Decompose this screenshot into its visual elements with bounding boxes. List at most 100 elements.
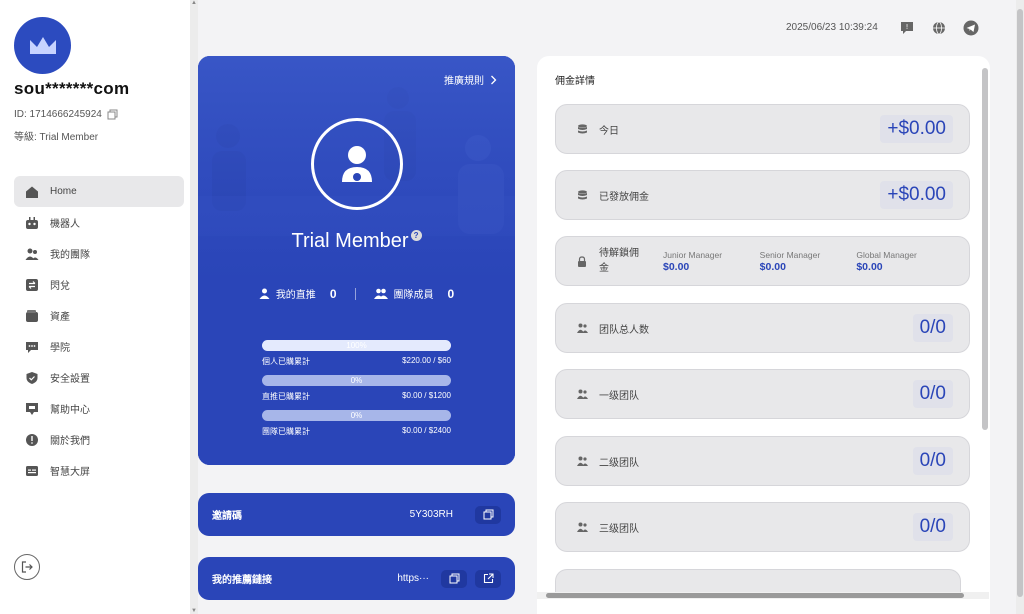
today-label: 今日 (599, 125, 619, 137)
today-commission-row: 今日 +$0.00 (555, 104, 970, 154)
level3-label: 三级团队 (599, 523, 639, 535)
sidebar-item-label: 我的團隊 (50, 250, 90, 261)
sidebar-item-assets[interactable]: 資產 (14, 300, 184, 331)
level1-label: 一级团队 (599, 390, 639, 402)
panel-horizontal-scrollbar[interactable] (537, 592, 989, 599)
referral-link-card: 我的推薦鏈接 https··· (198, 557, 515, 600)
tier-name: Junior Manager (663, 250, 723, 260)
locked-commission-row: 待解鎖佣金 Junior Manager $0.00 Senior Manage… (555, 236, 970, 286)
invite-code-card: 邀請碼 5Y303RH (198, 493, 515, 536)
database-icon (576, 123, 588, 135)
progress-percent: 0% (350, 411, 363, 420)
level2-label: 二级团队 (599, 457, 639, 469)
tier-senior: Senior Manager $0.00 (760, 249, 857, 273)
tier-global: Global Manager $0.00 (856, 249, 953, 273)
progress-value: $0.00 / $2400 (402, 426, 451, 435)
level3-team-row: 三级团队 0/0 (555, 502, 970, 552)
sidebar-item-home[interactable]: Home (14, 176, 184, 207)
sidebar-item-about[interactable]: 關於我們 (14, 424, 184, 455)
username: sou*******com (14, 79, 130, 98)
member-level-title: Trial Member? (198, 230, 515, 253)
divider (354, 287, 356, 300)
invite-code-value: 5Y303RH (409, 509, 453, 520)
level1-team-row: 一级团队 0/0 (555, 369, 970, 419)
avatar[interactable] (14, 17, 71, 74)
scrollbar-thumb[interactable] (546, 593, 964, 598)
tier-value: $0.00 (759, 261, 786, 273)
team-icon (24, 246, 39, 261)
team-icon (373, 288, 388, 299)
commission-panel: 佣金詳情 今日 +$0.00 已發放佣金 +$0.00 待解鎖佣金 Junior… (537, 56, 990, 614)
telegram-icon (963, 20, 979, 36)
team-icon (576, 521, 588, 533)
sidebar-item-label: 智慧大屏 (50, 467, 90, 478)
sidebar-scrollbar[interactable]: ▲ ▼ (190, 0, 198, 614)
progress-value: $220.00 / $60 (402, 356, 451, 365)
scroll-down-icon[interactable]: ▼ (191, 608, 197, 614)
team-total-value: 0/0 (912, 314, 953, 342)
tier-name: Senior Manager (759, 250, 821, 260)
member-avatar (311, 118, 403, 210)
tier-junior: Junior Manager $0.00 (663, 249, 760, 273)
locked-label: 待解鎖佣金 (599, 248, 639, 274)
today-amount: +$0.00 (880, 115, 953, 143)
copy-icon[interactable] (107, 109, 118, 120)
member-level-text: Trial Member (291, 230, 409, 252)
crown-icon (29, 36, 56, 54)
progress-bar: 0% (262, 410, 451, 421)
copy-icon (483, 509, 493, 520)
database-icon (576, 189, 588, 201)
sidebar-item-label: 機器人 (50, 219, 80, 230)
copy-invite-code-button[interactable] (475, 505, 501, 524)
panel-vertical-scrollbar[interactable] (981, 62, 989, 592)
scrollbar-thumb[interactable] (982, 68, 988, 430)
sidebar-item-swap[interactable]: 閃兌 (14, 269, 184, 300)
direct-referrals-count: 0 (329, 286, 337, 301)
question-icon[interactable]: ? (410, 230, 422, 241)
chat-icon (24, 339, 39, 354)
scroll-up-icon[interactable]: ▲ (191, 0, 197, 6)
lock-icon (576, 255, 588, 267)
sidebar-item-label: 閃兌 (50, 281, 70, 292)
open-referral-link-button[interactable] (475, 569, 501, 588)
user-id-text: ID: 1714666245924 (14, 109, 102, 120)
paid-label: 已發放佣金 (599, 191, 649, 203)
robot-icon (24, 215, 39, 230)
sidebar-item-label: 幫助中心 (50, 405, 90, 416)
team-icon (576, 455, 588, 467)
copy-referral-link-button[interactable] (441, 569, 467, 588)
sidebar-item-label: 安全設置 (50, 374, 90, 385)
direct-purchase-progress: 0% 直推已購累計 $0.00 / $1200 (262, 375, 451, 402)
sidebar-item-screen[interactable]: 智慧大屏 (14, 455, 184, 486)
sidebar-item-robot[interactable]: 機器人 (14, 207, 184, 238)
progress-label: 個人已購累計 (262, 357, 310, 366)
level3-value: 0/0 (912, 513, 953, 541)
page-scrollbar[interactable] (1016, 0, 1024, 614)
sidebar-item-academy[interactable]: 學院 (14, 331, 184, 362)
manager-tiers: Junior Manager $0.00 Senior Manager $0.0… (663, 249, 953, 273)
team-total-row: 团队总人数 0/0 (555, 303, 970, 353)
scrollbar-thumb[interactable] (1017, 9, 1023, 597)
globe-icon (933, 21, 945, 35)
sidebar-item-label: 資產 (50, 312, 70, 323)
level2-team-row: 二级团队 0/0 (555, 436, 970, 486)
team-members-count: 0 (447, 286, 455, 301)
message-button[interactable]: ! (899, 20, 915, 36)
promotion-rules-link[interactable]: 推廣規則 (444, 72, 497, 87)
home-icon (24, 184, 39, 199)
progress-value: $0.00 / $1200 (402, 391, 451, 400)
progress-percent: 0% (350, 376, 363, 385)
member-stats: 我的直推 0 團隊成員 0 (198, 286, 515, 301)
logout-button[interactable] (14, 554, 40, 580)
promotion-rules-label: 推廣規則 (444, 76, 484, 87)
language-button[interactable] (931, 20, 947, 36)
sidebar-item-help[interactable]: 幫助中心 (14, 393, 184, 424)
tier-name: Global Manager (856, 250, 917, 260)
referral-link-value: https··· (397, 573, 429, 584)
datetime: 2025/06/23 10:39:24 (786, 22, 878, 33)
sidebar-item-security[interactable]: 安全設置 (14, 362, 184, 393)
paid-commission-row: 已發放佣金 +$0.00 (555, 170, 970, 220)
sidebar-item-team[interactable]: 我的團隊 (14, 238, 184, 269)
telegram-button[interactable] (963, 20, 979, 36)
team-icon (576, 388, 588, 400)
